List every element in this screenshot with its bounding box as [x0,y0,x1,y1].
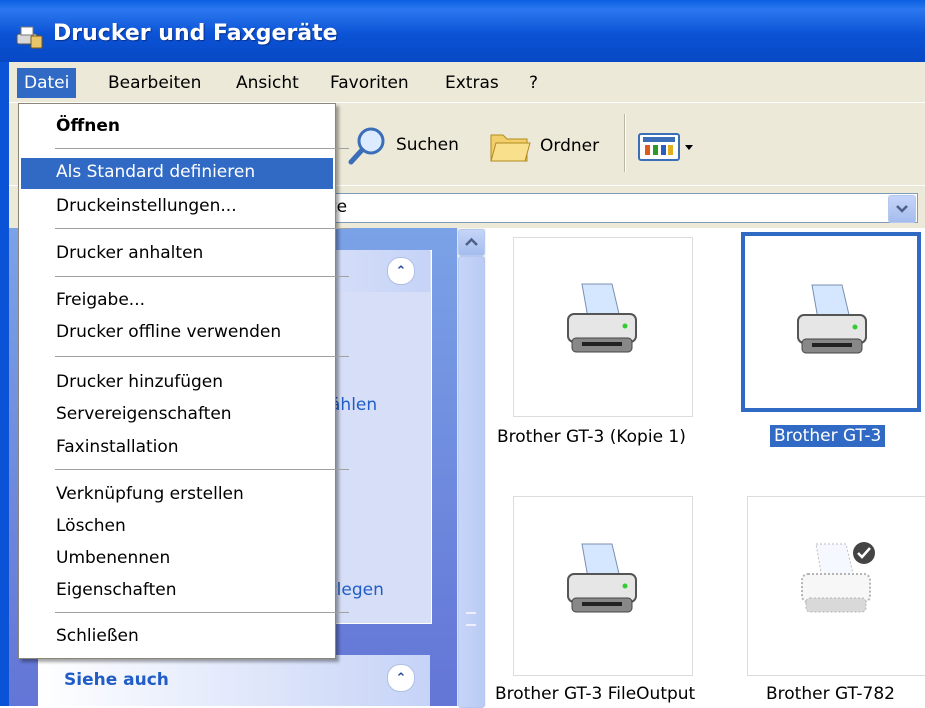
menu-item-open[interactable]: Öffnen [56,116,120,136]
chevron-down-icon [896,205,908,213]
printer-icon [797,284,867,354]
printer-tile[interactable] [513,237,693,417]
printer-label-selected[interactable]: Brother GT-3 [770,425,886,447]
printer-fax-icon [16,26,43,49]
menu-bar: Datei Bearbeiten Ansicht Favoriten Extra… [0,62,925,102]
scroll-grip [466,612,476,626]
menu-item-delete[interactable]: Löschen [56,516,126,536]
printer-icon [567,283,637,353]
views-icon [638,133,693,161]
menu-help[interactable]: ? [522,68,545,98]
task-link-select[interactable]: ählen [330,395,377,415]
menu-item-server-properties[interactable]: Servereigenschaften [56,404,232,424]
task-link-set[interactable]: tlegen [330,580,384,600]
window-title: Drucker und Faxgeräte [53,21,338,46]
search-button[interactable]: Suchen [346,124,459,166]
menu-item-set-default[interactable]: Als Standard definieren [56,162,255,182]
folder-icon [490,134,531,162]
menu-separator [55,148,349,149]
printer-icon [567,543,637,613]
menu-favoriten[interactable]: Favoriten [323,68,416,98]
menu-separator [55,276,349,277]
default-check-icon [853,542,875,564]
printer-tile[interactable] [513,496,693,676]
datei-menu-dropdown: Öffnen Als Standard definieren Druckeins… [18,103,349,659]
folders-button[interactable]: Ordner [488,128,599,164]
printer-tile-offline[interactable] [747,496,925,676]
menu-separator [55,612,349,613]
menu-item-create-shortcut[interactable]: Verknüpfung erstellen [56,484,244,504]
printer-label[interactable]: Brother GT-782 [766,684,895,704]
menu-item-fax-setup[interactable]: Faxinstallation [56,437,179,457]
printer-tile-selected[interactable] [741,232,921,412]
chevron-up-icon [465,237,478,246]
menu-bearbeiten[interactable]: Bearbeiten [101,68,208,98]
printer-label[interactable]: Brother GT-3 (Kopie 1) [497,427,686,447]
see-also-heading: Siehe auch [64,670,169,690]
address-dropdown-button[interactable] [888,195,916,223]
menu-item-pause-printer[interactable]: Drucker anhalten [56,243,203,263]
menu-separator [55,228,349,229]
scroll-up-button[interactable] [458,229,485,256]
collapse-chevron-icon[interactable]: ⌃ [387,664,415,692]
scroll-thumb[interactable] [458,256,485,708]
menu-item-close[interactable]: Schließen [56,626,139,646]
collapse-chevron-icon[interactable]: ⌃ [387,257,415,285]
menu-item-properties[interactable]: Eigenschaften [56,580,176,600]
menu-separator [55,356,349,357]
menu-item-print-preferences[interactable]: Druckeinstellungen... [56,196,237,216]
printer-label[interactable]: Brother GT-3 FileOutput [495,684,695,704]
views-button[interactable] [638,132,698,162]
search-label: Suchen [396,135,459,155]
menu-datei[interactable]: Datei [17,68,77,98]
address-input[interactable] [320,193,918,223]
menu-extras[interactable]: Extras [438,68,506,98]
menu-item-use-offline[interactable]: Drucker offline verwenden [56,322,281,342]
search-icon [348,127,385,165]
menu-ansicht[interactable]: Ansicht [229,68,306,98]
menu-item-sharing[interactable]: Freigabe... [56,290,145,310]
menu-item-rename[interactable]: Umbenennen [56,548,170,568]
folders-label: Ordner [540,136,600,156]
toolbar-separator [624,114,625,172]
window-frame-left [0,62,9,706]
menu-separator [55,469,349,470]
menu-item-add-printer[interactable]: Drucker hinzufügen [56,372,223,392]
